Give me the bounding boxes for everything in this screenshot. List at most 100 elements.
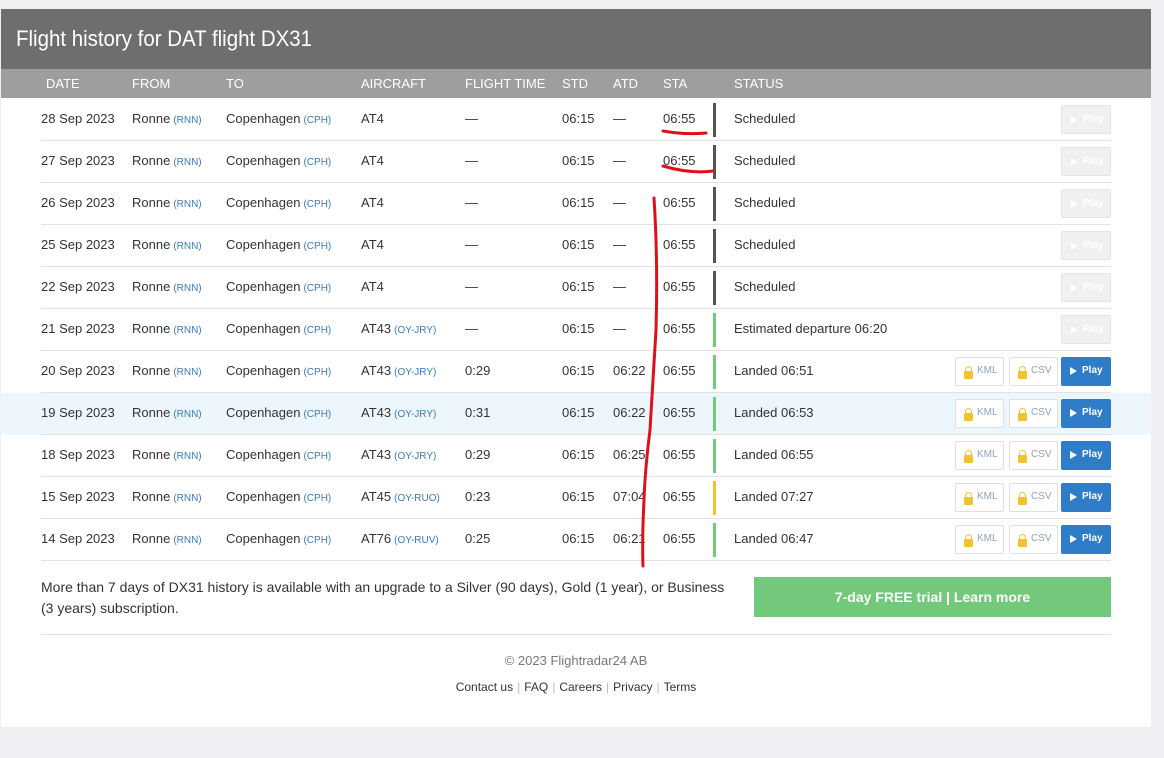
destination-code-link[interactable]: (CPH) — [303, 493, 331, 504]
table-row[interactable]: 14 Sep 2023 Ronne (RNN) Copenhagen (CPH) AT76… — [1, 519, 1151, 561]
play-button[interactable]: Play — [1061, 315, 1111, 344]
table-row[interactable]: 19 Sep 2023 Ronne (RNN) Copenhagen (CPH) AT43… — [1, 393, 1151, 435]
registration-link[interactable]: (OY-RUO) — [394, 493, 440, 504]
aircraft-cell: AT43 (OY-JRY) — [361, 405, 436, 420]
aircraft-cell: AT45 (OY-RUO) — [361, 489, 440, 504]
destination-code-link[interactable]: (CPH) — [303, 115, 331, 126]
status-indicator-bar — [713, 271, 716, 305]
origin-code-link[interactable]: (RNN) — [173, 409, 201, 420]
free-trial-button[interactable]: 7-day FREE trial | Learn more — [754, 577, 1111, 617]
play-button[interactable]: Play — [1061, 189, 1111, 218]
csv-download-button[interactable]: CSV — [1009, 399, 1058, 428]
registration-link[interactable]: (OY-JRY) — [394, 325, 436, 336]
origin-code-link[interactable]: (RNN) — [173, 283, 201, 294]
play-button[interactable]: Play — [1061, 399, 1111, 428]
play-icon — [1070, 493, 1077, 501]
table-row[interactable]: 28 Sep 2023 Ronne (RNN) Copenhagen (CPH) AT4 —… — [1, 99, 1151, 141]
kml-download-button[interactable]: KML — [955, 483, 1004, 512]
kml-download-button[interactable]: KML — [955, 357, 1004, 386]
csv-download-button[interactable]: CSV — [1009, 441, 1058, 470]
table-row[interactable]: 20 Sep 2023 Ronne (RNN) Copenhagen (CPH) AT43… — [1, 351, 1151, 393]
flight-history-panel: Flight history for DAT flight DX31 DATE … — [1, 9, 1151, 727]
play-button[interactable]: Play — [1061, 105, 1111, 134]
origin-cell: Ronne (RNN) — [132, 447, 202, 462]
footer-link-careers[interactable]: Careers — [559, 680, 602, 694]
destination-city: Copenhagen — [226, 111, 301, 126]
origin-code-link[interactable]: (RNN) — [173, 367, 201, 378]
sta-time: 06:55 — [663, 195, 696, 210]
table-row[interactable]: 27 Sep 2023 Ronne (RNN) Copenhagen (CPH) AT4 —… — [1, 141, 1151, 183]
registration-link[interactable]: (OY-JRY) — [394, 367, 436, 378]
footer-link-privacy[interactable]: Privacy — [613, 680, 652, 694]
play-button[interactable]: Play — [1061, 357, 1111, 386]
destination-code-link[interactable]: (CPH) — [303, 535, 331, 546]
play-button[interactable]: Play — [1061, 231, 1111, 260]
destination-code-link[interactable]: (CPH) — [303, 409, 331, 420]
origin-code-link[interactable]: (RNN) — [173, 157, 201, 168]
origin-code-link[interactable]: (RNN) — [173, 493, 201, 504]
origin-code-link[interactable]: (RNN) — [173, 199, 201, 210]
origin-cell: Ronne (RNN) — [132, 111, 202, 126]
play-button[interactable]: Play — [1061, 273, 1111, 302]
csv-download-button[interactable]: CSV — [1009, 483, 1058, 512]
origin-code-link[interactable]: (RNN) — [173, 241, 201, 252]
play-button[interactable]: Play — [1061, 525, 1111, 554]
table-row[interactable]: 26 Sep 2023 Ronne (RNN) Copenhagen (CPH) AT4 —… — [1, 183, 1151, 225]
play-icon — [1071, 158, 1078, 166]
status-text: Landed 06:51 — [734, 363, 814, 378]
play-button[interactable]: Play — [1061, 441, 1111, 470]
status-indicator-bar — [713, 103, 716, 137]
play-button[interactable]: Play — [1061, 147, 1111, 176]
flight-date: 25 Sep 2023 — [41, 237, 115, 252]
table-row[interactable]: 18 Sep 2023 Ronne (RNN) Copenhagen (CPH) AT43… — [1, 435, 1151, 477]
destination-code-link[interactable]: (CPH) — [303, 199, 331, 210]
sta-time: 06:55 — [663, 279, 696, 294]
origin-code-link[interactable]: (RNN) — [173, 451, 201, 462]
csv-download-button[interactable]: CSV — [1009, 357, 1058, 386]
flight-time: — — [465, 111, 478, 126]
registration-link[interactable]: (OY-JRY) — [394, 409, 436, 420]
kml-download-button[interactable]: KML — [955, 525, 1004, 554]
footer-divider — [41, 634, 1111, 635]
csv-download-button[interactable]: CSV — [1009, 525, 1058, 554]
atd-time: — — [613, 111, 626, 126]
registration-link[interactable]: (OY-JRY) — [394, 451, 436, 462]
footer-link-contact[interactable]: Contact us — [456, 680, 513, 694]
status-text: Scheduled — [734, 237, 796, 252]
footer-link-terms[interactable]: Terms — [664, 680, 697, 694]
atd-time: 06:25 — [613, 447, 646, 462]
kml-download-button[interactable]: KML — [955, 441, 1004, 470]
destination-code-link[interactable]: (CPH) — [303, 283, 331, 294]
origin-cell: Ronne (RNN) — [132, 279, 202, 294]
origin-code-link[interactable]: (RNN) — [173, 535, 201, 546]
table-row[interactable]: 22 Sep 2023 Ronne (RNN) Copenhagen (CPH) AT4 —… — [1, 267, 1151, 309]
footer-link-faq[interactable]: FAQ — [524, 680, 548, 694]
destination-code-link[interactable]: (CPH) — [303, 241, 331, 252]
lock-icon — [1018, 492, 1027, 505]
play-button[interactable]: Play — [1061, 483, 1111, 512]
origin-code-link[interactable]: (RNN) — [173, 115, 201, 126]
aircraft-cell: AT76 (OY-RUV) — [361, 531, 439, 546]
column-header-std: STD — [562, 76, 588, 91]
table-row[interactable]: 21 Sep 2023 Ronne (RNN) Copenhagen (CPH) AT43… — [1, 309, 1151, 351]
registration-link[interactable]: (OY-RUV) — [394, 535, 439, 546]
destination-city: Copenhagen — [226, 405, 301, 420]
flight-time: — — [465, 195, 478, 210]
table-row[interactable]: 15 Sep 2023 Ronne (RNN) Copenhagen (CPH) AT45… — [1, 477, 1151, 519]
aircraft-type: AT4 — [361, 195, 384, 210]
sta-time: 06:55 — [663, 321, 696, 336]
origin-city: Ronne — [132, 405, 171, 420]
lock-icon — [1018, 534, 1027, 547]
flight-time: — — [465, 321, 478, 336]
table-row[interactable]: 25 Sep 2023 Ronne (RNN) Copenhagen (CPH) AT4 —… — [1, 225, 1151, 267]
aircraft-cell: AT43 (OY-JRY) — [361, 447, 436, 462]
status-text: Estimated departure 06:20 — [734, 321, 888, 336]
destination-code-link[interactable]: (CPH) — [303, 325, 331, 336]
destination-code-link[interactable]: (CPH) — [303, 451, 331, 462]
lock-icon — [964, 366, 973, 379]
destination-code-link[interactable]: (CPH) — [303, 157, 331, 168]
kml-download-button[interactable]: KML — [955, 399, 1004, 428]
origin-code-link[interactable]: (RNN) — [173, 325, 201, 336]
std-time: 06:15 — [562, 111, 595, 126]
destination-code-link[interactable]: (CPH) — [303, 367, 331, 378]
